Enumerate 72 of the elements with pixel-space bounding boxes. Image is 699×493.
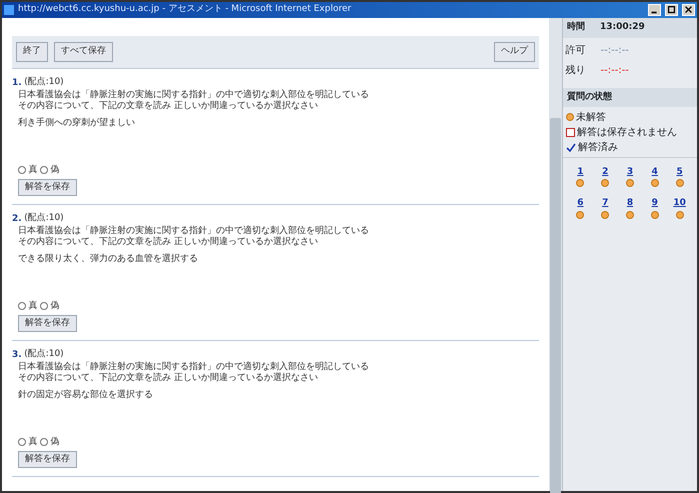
option-label: 真	[28, 436, 38, 448]
save-answer-button[interactable]: 解答を保存	[18, 178, 77, 196]
radio-button[interactable]	[40, 438, 48, 446]
question-number: 1.	[12, 76, 22, 90]
question-instruction: その内容について、下記の文章を読み 正しいか間違っているか選択なさい	[17, 373, 319, 384]
option-label: 偽	[50, 164, 60, 176]
timer-label: 許可	[566, 44, 586, 58]
option-label: 偽	[50, 436, 60, 448]
clock-time: 13:00:29	[600, 21, 645, 34]
points-label: (配点:10)	[24, 76, 64, 88]
unanswered-dot-icon	[626, 210, 634, 218]
check-icon	[566, 142, 576, 152]
question-link[interactable]: 10	[673, 197, 686, 210]
unanswered-dot-icon	[676, 179, 684, 187]
unanswered-dot-icon	[650, 210, 659, 218]
unanswered-dot-icon	[576, 179, 584, 187]
question-prompt: 日本看護協会は「静脈注射の実施に関する指針」の中で適切な刺入部位を明記している	[17, 90, 370, 100]
legend-label: 解答済み	[578, 140, 618, 154]
question-number: 2.	[12, 212, 22, 226]
minimize-button[interactable]	[648, 4, 661, 16]
radio-button[interactable]	[40, 302, 48, 310]
close-button[interactable]	[682, 4, 695, 16]
question-link[interactable]: 1	[577, 166, 584, 179]
exit-button[interactable]: 終了	[16, 42, 48, 62]
question-link[interactable]: 2	[602, 166, 608, 179]
question-link[interactable]: 3	[626, 166, 634, 179]
unanswered-dot-icon	[676, 210, 684, 218]
help-button[interactable]: ヘルプ	[494, 42, 535, 62]
question-statement: できる限り太く、弾力のある血管を選択する	[17, 254, 199, 265]
unanswered-dot-icon	[576, 210, 584, 218]
scroll-thumb[interactable]	[550, 118, 561, 493]
radio-button[interactable]	[18, 438, 26, 446]
legend-label: 未解答	[576, 110, 606, 124]
timer-value: --:--:--	[600, 44, 629, 58]
option-label: 偽	[50, 300, 60, 312]
question-statement: 利き手側への穿刺が望ましい	[17, 118, 136, 129]
question-link[interactable]: 6	[577, 197, 584, 210]
question-prompt: 日本看護協会は「静脈注射の実施に関する指針」の中で適切な刺入部位を明記している	[17, 362, 370, 372]
unanswered-dot-icon	[650, 179, 659, 187]
question-link[interactable]: 8	[626, 197, 634, 210]
save-answer-button[interactable]: 解答を保存	[18, 450, 77, 468]
question-statement: 針の固定が容易な部位を選択する	[17, 390, 154, 401]
section-heading: 質問の状態	[563, 88, 697, 107]
unanswered-dot-icon	[601, 179, 610, 187]
question-instruction: その内容について、下記の文章を読み 正しいか間違っているか選択なさい	[17, 101, 319, 112]
radio-button[interactable]	[18, 166, 26, 174]
question-prompt: 日本看護協会は「静脈注射の実施に関する指針」の中で適切な刺入部位を明記している	[17, 226, 370, 236]
radio-button[interactable]	[40, 166, 48, 174]
save-answer-button[interactable]: 解答を保存	[18, 314, 77, 332]
points-label: (配点:10)	[24, 212, 64, 224]
points-label: (配点:10)	[24, 348, 64, 360]
warning-box-icon	[566, 128, 574, 136]
unanswered-dot-icon	[566, 113, 574, 121]
time-label: 時間	[567, 21, 585, 34]
question-link[interactable]: 9	[652, 197, 658, 210]
timer-value: --:--:--	[600, 64, 629, 78]
legend-label: 解答は保存されません	[577, 126, 677, 140]
timer-label: 残り	[566, 64, 586, 78]
question-link[interactable]: 7	[602, 197, 608, 210]
option-label: 真	[28, 300, 38, 312]
window-title: http://webct6.cc.kyushu-u.ac.jp - アセスメント - Microsoft Internet Explorer	[18, 3, 352, 16]
radio-button[interactable]	[18, 302, 26, 310]
option-label: 真	[28, 164, 38, 176]
question-link[interactable]: 4	[652, 166, 658, 179]
maximize-button[interactable]	[665, 4, 678, 16]
unanswered-dot-icon	[601, 210, 610, 218]
save-all-button[interactable]: すべて保存	[54, 42, 113, 62]
scrollbar[interactable]	[549, 18, 562, 491]
unanswered-dot-icon	[626, 179, 634, 187]
question-link[interactable]: 5	[676, 166, 683, 179]
question-instruction: その内容について、下記の文章を読み 正しいか間違っているか選択なさい	[17, 237, 319, 248]
question-number: 3.	[12, 348, 22, 362]
